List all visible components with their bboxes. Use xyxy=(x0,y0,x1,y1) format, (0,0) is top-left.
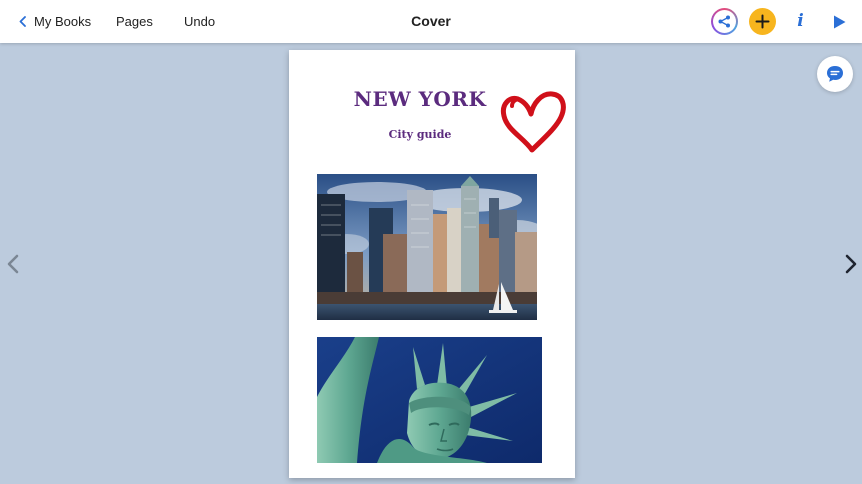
add-button[interactable] xyxy=(749,8,776,35)
statue-of-liberty-photo[interactable] xyxy=(317,337,542,463)
heart-drawing[interactable] xyxy=(498,90,568,154)
share-icon xyxy=(718,15,730,28)
info-icon: i xyxy=(797,11,804,31)
plus-icon xyxy=(755,14,770,29)
my-books-label: My Books xyxy=(34,14,92,29)
info-button[interactable]: i xyxy=(787,8,814,35)
top-toolbar: My Books Pages Undo Cover i xyxy=(0,0,862,43)
next-page-button[interactable] xyxy=(843,253,859,275)
chat-bubble-icon xyxy=(827,66,843,82)
chevron-left-icon xyxy=(7,254,19,274)
skyline-photo[interactable] xyxy=(317,174,537,320)
comments-button[interactable] xyxy=(817,56,853,92)
pages-button[interactable]: Pages xyxy=(116,0,153,43)
share-button[interactable] xyxy=(711,8,738,35)
chevron-right-icon xyxy=(845,254,857,274)
play-button[interactable] xyxy=(826,8,853,35)
my-books-button[interactable]: My Books xyxy=(19,0,91,43)
play-icon xyxy=(834,15,846,29)
chevron-left-icon xyxy=(19,16,26,27)
book-cover-page: NEW YORK City guide xyxy=(289,50,575,478)
undo-button[interactable]: Undo xyxy=(184,0,215,43)
previous-page-button[interactable] xyxy=(5,253,21,275)
